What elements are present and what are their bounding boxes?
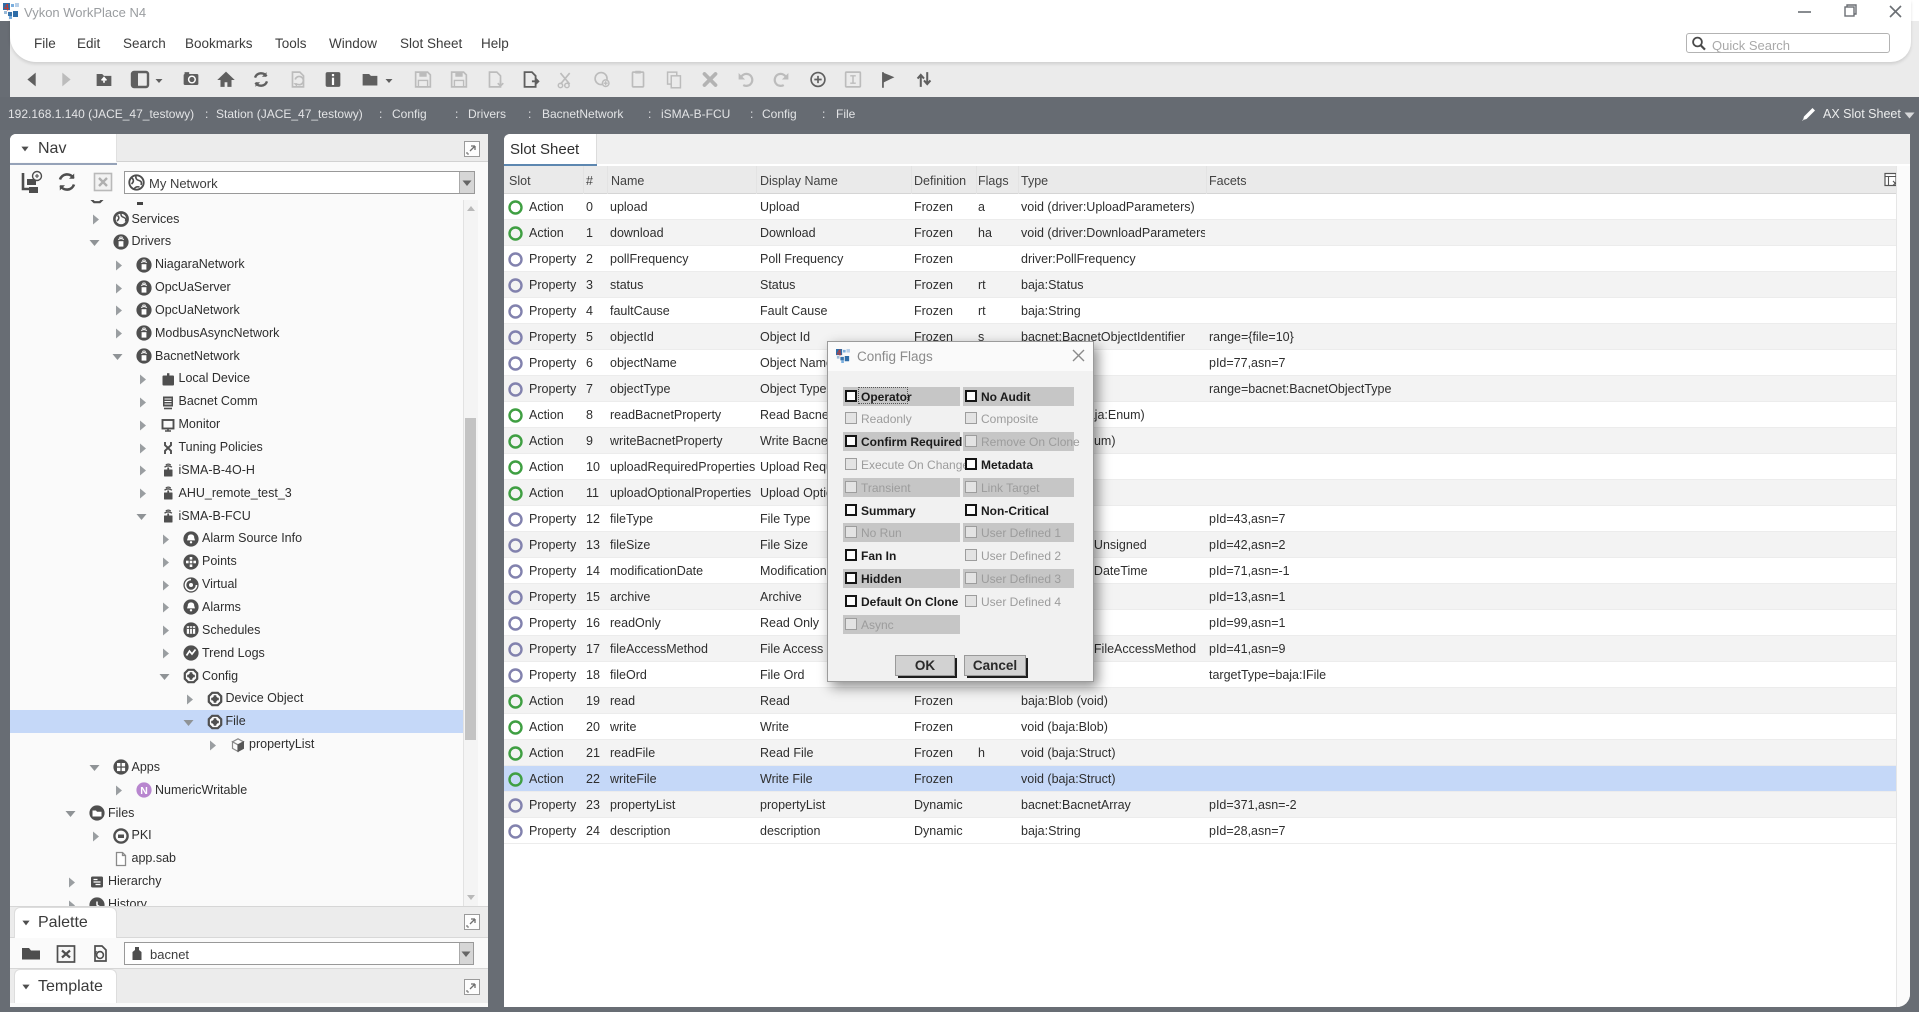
- svg-text:N: N: [140, 785, 148, 797]
- svg-text:4: 4: [837, 349, 842, 358]
- svg-text:4: 4: [4, 3, 9, 13]
